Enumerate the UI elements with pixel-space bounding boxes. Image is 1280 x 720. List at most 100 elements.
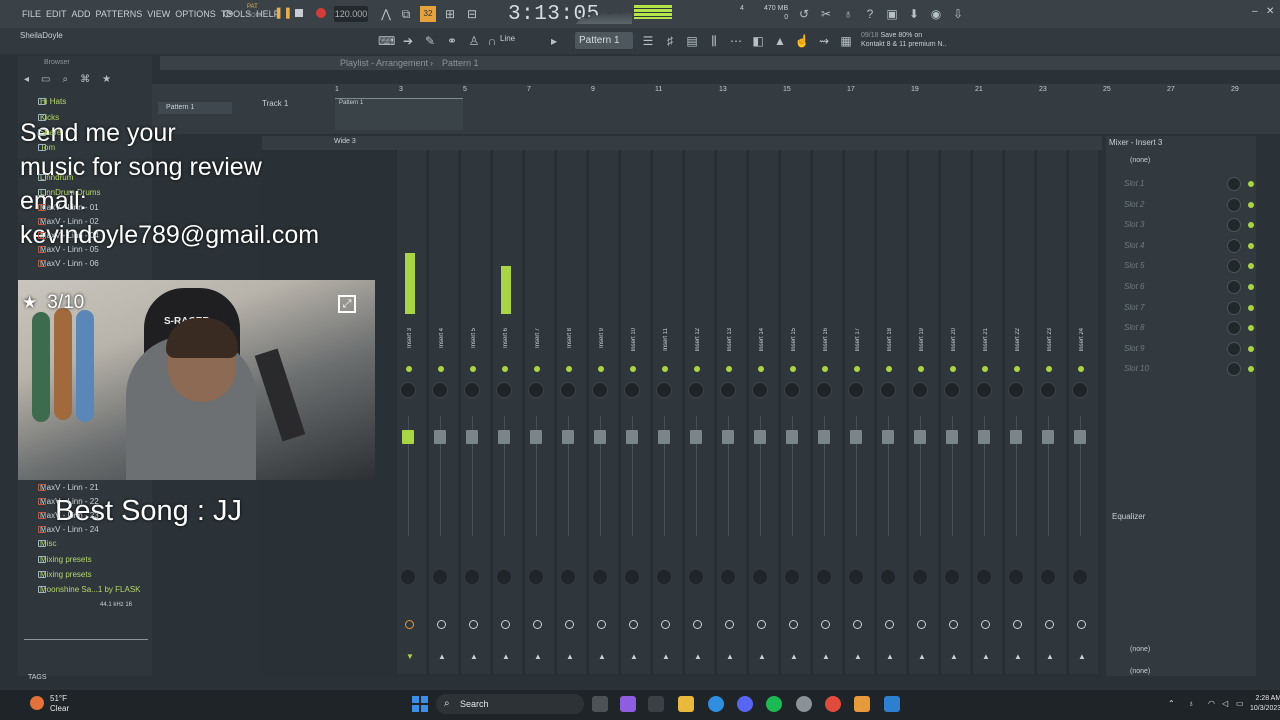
send-knob[interactable] bbox=[977, 570, 991, 584]
browser-folder[interactable]: Kicks bbox=[18, 110, 152, 125]
magnet-icon[interactable]: ∩ bbox=[484, 33, 500, 49]
route-arrow-icon[interactable]: ▲ bbox=[662, 652, 670, 661]
mixer-strip[interactable]: Insert 6 ▲ bbox=[492, 150, 522, 674]
pan-knob[interactable] bbox=[784, 382, 800, 398]
send-knob[interactable] bbox=[945, 570, 959, 584]
mixer-icon[interactable]: ⫼ bbox=[706, 33, 722, 49]
route-knob[interactable] bbox=[405, 620, 414, 629]
fl-studio-icon[interactable] bbox=[854, 696, 870, 712]
route-knob[interactable] bbox=[917, 620, 926, 629]
effect-slot[interactable]: Slot 9 bbox=[1116, 340, 1256, 358]
browser-icon[interactable]: ⋯ bbox=[728, 33, 744, 49]
route-arrow-icon[interactable]: ▲ bbox=[502, 652, 510, 661]
pan-knob[interactable] bbox=[400, 382, 416, 398]
route-knob[interactable] bbox=[469, 620, 478, 629]
weather-widget[interactable]: 51°F Clear bbox=[50, 694, 69, 714]
route-arrow-icon[interactable]: ▲ bbox=[982, 652, 990, 661]
browser-folder[interactable]: Tom bbox=[18, 140, 152, 155]
mute-led[interactable] bbox=[886, 366, 892, 372]
mute-led[interactable] bbox=[694, 366, 700, 372]
start-button[interactable] bbox=[412, 696, 428, 712]
send-knob[interactable] bbox=[401, 570, 415, 584]
volume-fader[interactable] bbox=[434, 430, 446, 444]
send-knob[interactable] bbox=[817, 570, 831, 584]
mixer-strip[interactable]: Insert 19 ▲ bbox=[908, 150, 938, 674]
pan-knob[interactable] bbox=[464, 382, 480, 398]
send-knob[interactable] bbox=[561, 570, 575, 584]
play-arrow-icon[interactable]: ▸ bbox=[546, 33, 562, 49]
browser-star-icon[interactable]: ★ bbox=[102, 74, 111, 85]
pencil-icon[interactable]: ✎ bbox=[422, 33, 438, 49]
help-icon[interactable]: ? bbox=[862, 6, 878, 22]
browser-folder[interactable]: Moonshine Sa...1 by FLASK bbox=[18, 582, 152, 597]
browser-filter-icon[interactable]: ⌘ bbox=[80, 74, 90, 85]
browser-file[interactable]: MaxV - Linn - 24 bbox=[18, 522, 152, 537]
stop-button[interactable] bbox=[295, 9, 303, 17]
play-pause-button[interactable]: ❚❚ bbox=[274, 7, 292, 19]
mixer-strip[interactable]: Insert 3 ▼ bbox=[396, 150, 426, 674]
pattern-selector[interactable]: Pattern 1 bbox=[575, 32, 633, 49]
route-knob[interactable] bbox=[661, 620, 670, 629]
mute-led[interactable] bbox=[598, 366, 604, 372]
route-arrow-icon[interactable]: ▲ bbox=[758, 652, 766, 661]
menu-patterns[interactable]: PATTERNS bbox=[96, 9, 143, 19]
mixer-strip[interactable]: Insert 4 ▲ bbox=[428, 150, 458, 674]
render-icon[interactable]: ⬇ bbox=[906, 6, 922, 22]
route-arrow-icon[interactable]: ▲ bbox=[566, 652, 574, 661]
loop-record-icon[interactable]: ⟳ bbox=[220, 6, 236, 22]
record-button[interactable] bbox=[316, 8, 326, 18]
volume-fader[interactable] bbox=[690, 430, 702, 444]
pan-knob[interactable] bbox=[624, 382, 640, 398]
blend-notes-icon[interactable]: ⊟ bbox=[464, 6, 480, 22]
snap-select[interactable]: Line bbox=[500, 34, 515, 43]
slot-mix-knob[interactable] bbox=[1227, 321, 1241, 336]
mute-led[interactable] bbox=[1014, 366, 1020, 372]
slot-mix-knob[interactable] bbox=[1227, 280, 1241, 294]
send-knob[interactable] bbox=[785, 570, 799, 584]
slot-mix-knob[interactable] bbox=[1227, 197, 1241, 212]
mic-icon[interactable]: ♁ bbox=[840, 6, 856, 22]
playlist-pattern-tag[interactable]: Pattern 1 bbox=[158, 102, 232, 114]
mute-led[interactable] bbox=[566, 366, 572, 372]
typing-keyboard-icon[interactable]: ⊞ bbox=[442, 6, 458, 22]
volume-fader[interactable] bbox=[1042, 430, 1054, 444]
route-knob[interactable] bbox=[725, 620, 734, 629]
slot-enable-led[interactable] bbox=[1248, 284, 1254, 290]
slot-enable-led[interactable] bbox=[1248, 242, 1254, 249]
mixer-strip[interactable]: Insert 9 ▲ bbox=[588, 150, 618, 674]
pat-song-toggle[interactable]: PAT SONG bbox=[247, 3, 267, 23]
route-knob[interactable] bbox=[565, 620, 574, 629]
browser-file[interactable]: MaxV - Linn - 06 bbox=[18, 256, 152, 271]
pan-knob[interactable] bbox=[944, 382, 960, 398]
mixer-strip[interactable]: Insert 7 ▲ bbox=[524, 150, 554, 674]
mixer-strip[interactable]: Insert 20 ▲ bbox=[940, 150, 970, 674]
effect-slot[interactable]: Slot 4 bbox=[1116, 237, 1256, 255]
route-arrow-icon[interactable]: ▲ bbox=[950, 652, 958, 661]
browser-back-icon[interactable]: ◂ bbox=[24, 74, 29, 85]
route-arrow-icon[interactable]: ▲ bbox=[630, 652, 638, 661]
browser-folder[interactable]: Mixing presets bbox=[18, 567, 152, 582]
mixer-strip[interactable]: Insert 10 ▲ bbox=[620, 150, 650, 674]
browser-file[interactable]: MaxV - Linn - 23 bbox=[18, 508, 152, 523]
pan-knob[interactable] bbox=[752, 382, 768, 398]
wifi-icon[interactable]: ◠ bbox=[1208, 699, 1215, 708]
route-arrow-icon[interactable]: ▲ bbox=[918, 652, 926, 661]
browser-folder[interactable]: LinnDrum Drums bbox=[18, 185, 152, 200]
slot-mix-knob[interactable] bbox=[1227, 341, 1241, 356]
send-knob[interactable] bbox=[913, 570, 927, 584]
discord-icon[interactable] bbox=[737, 696, 753, 712]
piano-roll-icon[interactable]: ♯ bbox=[662, 33, 678, 49]
mixer-strip[interactable]: Insert 22 ▲ bbox=[1004, 150, 1034, 674]
route-knob[interactable] bbox=[533, 620, 542, 629]
output-select-2[interactable]: (none) bbox=[1130, 668, 1150, 675]
copilot-icon[interactable] bbox=[620, 696, 636, 712]
route-knob[interactable] bbox=[981, 620, 990, 629]
pan-knob[interactable] bbox=[528, 382, 544, 398]
volume-fader[interactable] bbox=[978, 430, 990, 444]
slot-mix-knob[interactable] bbox=[1227, 218, 1241, 233]
output-select-1[interactable]: (none) bbox=[1130, 646, 1150, 653]
browser-file[interactable]: MaxV - Linn - 05 bbox=[18, 242, 152, 257]
metronome-icon[interactable]: ⋀ bbox=[378, 6, 394, 22]
slot-enable-led[interactable] bbox=[1248, 304, 1254, 311]
mute-led[interactable] bbox=[662, 366, 668, 372]
